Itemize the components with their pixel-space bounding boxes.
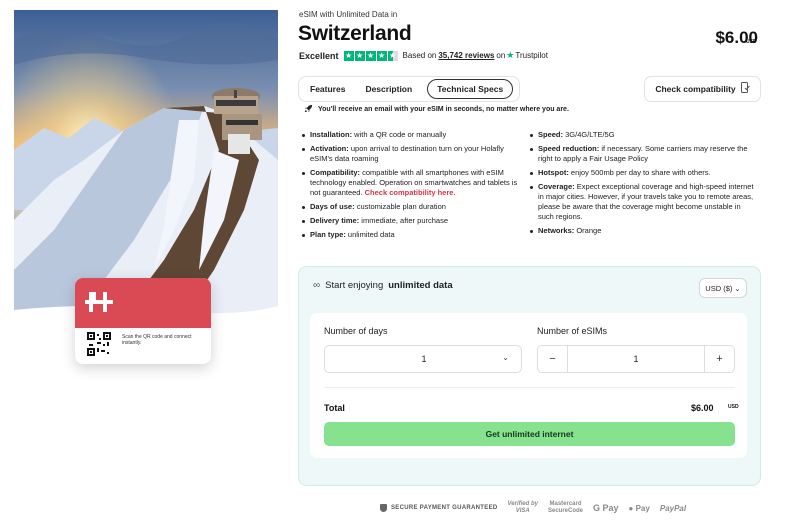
spec-speed: Speed: 3G/4G/LTE/5G (529, 130, 754, 140)
apple-pay-logo: ● Pay (628, 503, 650, 513)
esim-card: Scan the QR code and connect instantly. (75, 278, 211, 364)
total-label: Total (324, 403, 345, 413)
star-icon: ★ (376, 50, 387, 61)
rating-count-link[interactable]: 35,742 reviews (438, 51, 494, 60)
spec-plan-type: Plan type: unlimited data (301, 230, 523, 240)
esims-label: Number of eSIMs (537, 326, 608, 336)
chevron-down-icon: ⌄ (734, 283, 741, 293)
currency-select[interactable]: USD ($) ⌄ (699, 278, 747, 298)
check-compatibility-button[interactable]: Check compatibility (644, 76, 761, 102)
days-value: 1 (421, 354, 427, 364)
spec-hotspot: Hotspot: enjoy 500mb per day to share wi… (529, 168, 754, 178)
phone-check-icon (740, 82, 750, 96)
spec-delivery-time: Delivery time: immediate, after purchase (301, 216, 523, 226)
infinity-icon: ∞ (313, 280, 321, 291)
panel-heading: ∞ Start enjoying unlimited data (313, 280, 453, 291)
purchase-panel: ∞ Start enjoying unlimited data USD ($) … (298, 266, 761, 486)
verified-by-visa-logo: Verified by VISA (507, 501, 538, 514)
secure-payment: SECURE PAYMENT GUARANTEED (380, 504, 498, 512)
spec-days-of-use: Days of use: customizable plan duration (301, 202, 523, 212)
tab-features[interactable]: Features (301, 79, 354, 99)
total-value: $6.00 (691, 403, 714, 413)
specs-list-left: Installation: with a QR code or manually… (301, 130, 523, 244)
specs-list-right: Speed: 3G/4G/LTE/5G Speed reduction: if … (529, 130, 754, 240)
spec-speed-reduction: Speed reduction: if necessary. Some carr… (529, 144, 754, 164)
email-notice: You'll receive an email with your eSIM i… (304, 104, 569, 115)
rating-stars: ★ ★ ★ ★ ★ (343, 50, 398, 61)
increment-button[interactable]: + (704, 346, 734, 372)
spec-networks: Networks: Orange (529, 226, 754, 236)
qr-code-icon (87, 332, 111, 356)
spec-compatibility: Compatibility: compatible with all smart… (301, 168, 523, 198)
secure-payment-text: SECURE PAYMENT GUARANTEED (391, 505, 498, 511)
esims-stepper: − 1 + (537, 345, 735, 373)
price-currency: USD (746, 39, 757, 45)
google-pay-logo: G Pay (593, 502, 619, 513)
mastercard-securecode-logo: Mastercard SecureCode (547, 501, 583, 514)
esim-card-text: Scan the QR code and connect instantly. (122, 334, 192, 346)
esim-card-header (75, 278, 211, 328)
chevron-down-icon: ⌄ (502, 353, 509, 362)
star-icon: ★ (354, 50, 365, 61)
tab-description[interactable]: Description (356, 79, 421, 99)
page-title: Switzerland (298, 22, 412, 45)
payment-footer: SECURE PAYMENT GUARANTEED Verified by VIS… (380, 501, 686, 515)
spec-coverage: Coverage: Expect exceptional coverage an… (529, 182, 754, 222)
rating-label: Excellent (299, 50, 339, 61)
rating-based-on: Based on (402, 51, 437, 60)
total-currency: USD (728, 404, 739, 410)
star-icon: ★ (365, 50, 376, 61)
half-star-icon: ★ (387, 50, 398, 61)
get-unlimited-internet-button[interactable]: Get unlimited internet (324, 422, 735, 446)
check-compatibility-link[interactable]: Check compatibility here. (365, 188, 456, 197)
days-label: Number of days (324, 326, 388, 336)
days-select[interactable]: 1 ⌄ (324, 345, 522, 373)
trustpilot-star-icon: ★ (506, 50, 515, 60)
spec-activation: Activation: upon arrival to destination … (301, 144, 523, 164)
trustpilot-rating: Excellent ★ ★ ★ ★ ★ Based on 35,742 revi… (299, 50, 548, 61)
rating-on: on (496, 51, 506, 60)
holafly-logo (85, 292, 113, 312)
decrement-button[interactable]: − (538, 346, 568, 372)
tab-bar: Features Description Technical Specs (298, 76, 520, 102)
spec-installation: Installation: with a QR code or manually (301, 130, 523, 140)
rocket-icon (304, 104, 313, 115)
divider (324, 387, 735, 388)
tab-technical-specs[interactable]: Technical Specs (427, 79, 514, 99)
price: $6.00 (715, 28, 758, 47)
product-eyebrow: eSIM with Unlimited Data in (299, 10, 398, 19)
check-compatibility-label: Check compatibility (655, 84, 736, 94)
panel-heading-prefix: Start enjoying (325, 280, 384, 291)
esims-value[interactable]: 1 (568, 346, 704, 372)
email-notice-text: You'll receive an email with your eSIM i… (318, 106, 569, 113)
panel-heading-bold: unlimited data (388, 280, 453, 291)
rating-provider: Trustpilot (515, 51, 548, 60)
currency-select-value: USD ($) (705, 283, 733, 293)
paypal-logo: PayPal (659, 503, 687, 513)
star-icon: ★ (343, 50, 354, 61)
shield-icon (380, 504, 387, 512)
plan-config-card: Number of days Number of eSIMs 1 ⌄ − 1 +… (310, 313, 747, 458)
